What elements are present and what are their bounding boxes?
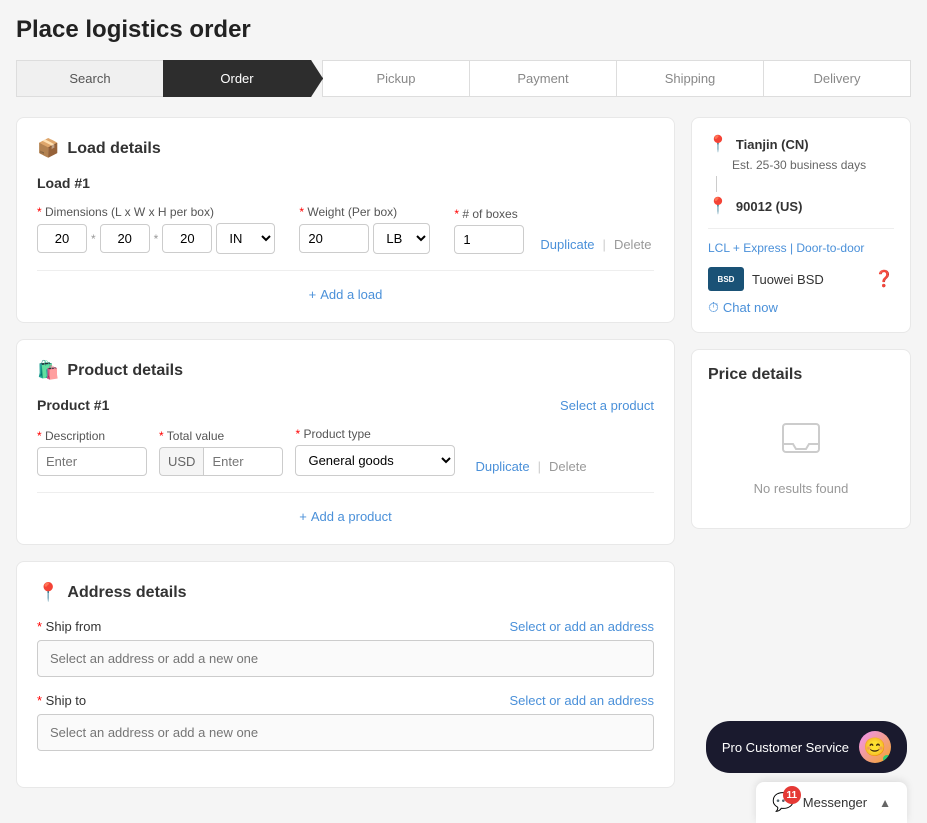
step-search[interactable]: Search [16, 60, 164, 97]
delete-load-button[interactable]: Delete [614, 237, 652, 252]
no-results-container: No results found [708, 400, 894, 512]
provider-logo: BSD [708, 267, 744, 291]
weight-label: Weight (Per box) [299, 205, 430, 219]
inbox-icon [777, 416, 825, 473]
load-details-header: 📦 Load details [37, 138, 654, 159]
boxes-input[interactable] [454, 225, 524, 254]
estimated-days: Est. 25-30 business days [732, 158, 894, 172]
chevron-up-icon: ▲ [879, 796, 891, 810]
origin-point: 📍 Tianjin (CN) [708, 134, 894, 154]
messenger-badge: 11 [783, 786, 801, 804]
product-type-label: Product type [295, 427, 455, 441]
ship-from-label: Ship from [37, 619, 101, 634]
price-title: Price details [708, 366, 894, 384]
pro-customer-service-button[interactable]: Pro Customer Service [706, 721, 907, 773]
route-card: 📍 Tianjin (CN) Est. 25-30 business days … [691, 117, 911, 333]
select-ship-from-button[interactable]: Select or add an address [509, 619, 654, 634]
box-icon: 📦 [37, 138, 59, 159]
online-dot [883, 755, 891, 763]
provider-name: Tuowei BSD [752, 272, 866, 287]
step-shipping[interactable]: Shipping [616, 60, 764, 97]
product-number: Product #1 [37, 397, 109, 413]
address-details-card: 📍 Address details Ship from Select or ad… [16, 561, 675, 788]
step-order[interactable]: Order [163, 60, 323, 97]
description-input[interactable] [37, 447, 147, 476]
ship-to-input[interactable] [37, 714, 654, 751]
shopping-bag-icon: 🛍️ [37, 360, 59, 381]
select-product-button[interactable]: Select a product [560, 398, 654, 413]
product-divider [37, 492, 654, 493]
load-divider [37, 270, 654, 271]
no-results-text: No results found [754, 481, 849, 496]
chat-icon: ⏱ [708, 299, 719, 316]
messenger-label: Messenger [803, 795, 867, 810]
price-details-card: Price details No results found [691, 349, 911, 529]
load-details-card: 📦 Load details Load #1 Dimensions (L x W… [16, 117, 675, 323]
address-header: 📍 Address details [37, 582, 654, 603]
load-number: Load #1 [37, 175, 654, 191]
origin-pin-icon: 📍 [708, 134, 728, 154]
destination-pin-icon: 📍 [708, 196, 728, 216]
ship-to-row: Ship to Select or add an address [37, 693, 654, 751]
page-title: Place logistics order [16, 16, 911, 44]
progress-bar: Search Order Pickup Payment Shipping Del… [16, 60, 911, 97]
dimensions-label: Dimensions (L x W x H per box) [37, 205, 275, 219]
delete-product-button[interactable]: Delete [549, 459, 587, 474]
ship-from-input[interactable] [37, 640, 654, 677]
add-product-button[interactable]: + Add a product [37, 509, 654, 524]
destination-city: 90012 (US) [736, 199, 802, 214]
destination-point: 📍 90012 (US) [708, 196, 894, 216]
add-load-button[interactable]: + Add a load [37, 287, 654, 302]
select-ship-to-button[interactable]: Select or add an address [509, 693, 654, 708]
messenger-bar[interactable]: 💬 11 Messenger ▲ [756, 782, 907, 823]
desc-label: Description [37, 429, 147, 443]
origin-city: Tianjin (CN) [736, 137, 809, 152]
dim-length-input[interactable] [37, 224, 87, 253]
step-pickup[interactable]: Pickup [322, 60, 470, 97]
dim-width-input[interactable] [100, 224, 150, 253]
dim-sep1: * [91, 232, 96, 246]
dim-height-input[interactable] [162, 224, 212, 253]
dim-sep2: * [154, 232, 159, 246]
chat-now-button[interactable]: ⏱ Chat now [708, 299, 894, 316]
duplicate-load-button[interactable]: Duplicate [540, 237, 594, 252]
route-separator [708, 228, 894, 229]
pro-cs-avatar [859, 731, 891, 763]
boxes-label: # of boxes [454, 207, 524, 221]
duplicate-product-button[interactable]: Duplicate [475, 459, 529, 474]
provider-row: BSD Tuowei BSD ❓ [708, 267, 894, 291]
total-value-label: Total value [159, 429, 283, 443]
product-details-card: 🛍️ Product details Product #1 Select a p… [16, 339, 675, 545]
product-details-header: 🛍️ Product details [37, 360, 654, 381]
weight-unit-select[interactable]: LB KG [373, 223, 430, 254]
weight-input[interactable] [299, 224, 369, 253]
service-type: LCL + Express | Door-to-door [708, 241, 894, 255]
step-delivery[interactable]: Delivery [763, 60, 911, 97]
messenger-icon-wrap: 💬 11 [772, 792, 794, 813]
value-input[interactable] [203, 447, 283, 476]
location-icon: 📍 [37, 582, 59, 603]
product-type-select[interactable]: General goods Electronics Clothing Food … [295, 445, 455, 476]
pro-cs-label: Pro Customer Service [722, 740, 849, 755]
help-icon[interactable]: ❓ [874, 269, 894, 289]
step-payment[interactable]: Payment [469, 60, 617, 97]
currency-label: USD [159, 447, 203, 476]
ship-to-label: Ship to [37, 693, 86, 708]
dim-unit-select[interactable]: IN CM [216, 223, 275, 254]
ship-from-row: Ship from Select or add an address [37, 619, 654, 677]
